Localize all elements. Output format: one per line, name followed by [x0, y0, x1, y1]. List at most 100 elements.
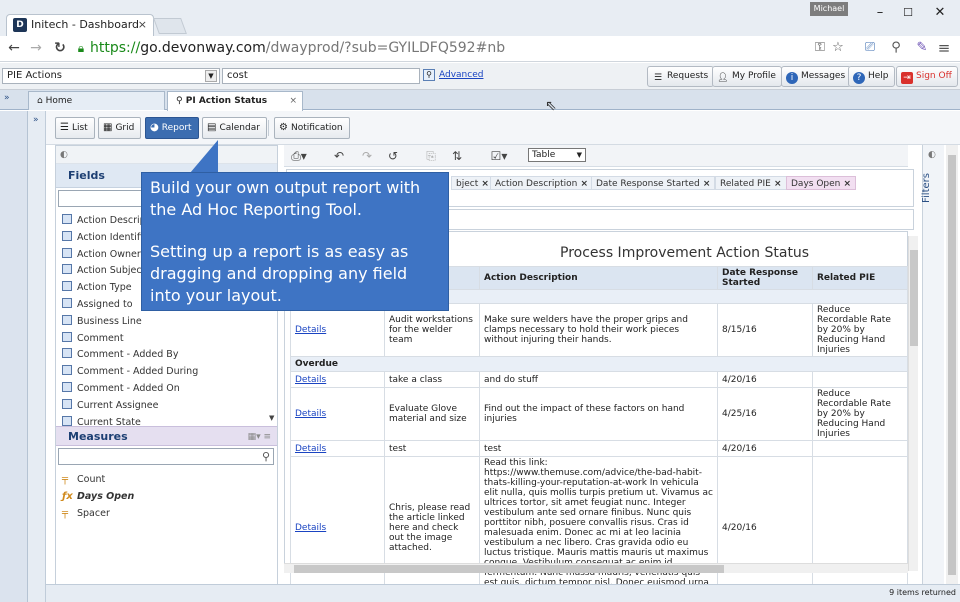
notification-view-button[interactable]: ⚙ Notification — [274, 117, 350, 139]
tab-home[interactable]: ⌂ Home — [28, 91, 165, 110]
table-row: Details Audit workstations for the welder… — [290, 303, 908, 357]
measures-search-input[interactable]: ⚲ — [58, 448, 274, 465]
sign-off-button[interactable]: ⇥ Sign Off — [896, 66, 958, 87]
undo-icon[interactable]: ↶ — [328, 147, 350, 165]
field-icon — [62, 314, 72, 325]
column-header-description[interactable]: Action Description — [479, 266, 718, 290]
column-header-date[interactable]: Date Response Started — [717, 266, 813, 290]
copy-icon[interactable]: ⎘ — [420, 147, 442, 165]
filters-rail[interactable] — [922, 145, 944, 585]
minimize-button[interactable]: – — [868, 4, 892, 22]
close-tab-icon[interactable]: × — [289, 92, 297, 110]
column-chip[interactable]: Related PIE × — [715, 176, 787, 190]
messages-button[interactable]: i Messages — [781, 66, 852, 87]
module-select[interactable]: PIE Actions ▼ — [2, 68, 220, 84]
field-item[interactable]: Business Line — [62, 313, 272, 330]
panel-settings-icon[interactable]: ◐ — [60, 150, 68, 160]
reload-icon[interactable]: ↻ — [52, 40, 68, 56]
maximize-button[interactable]: ☐ — [896, 4, 920, 22]
scrollbar-thumb[interactable] — [948, 155, 956, 575]
list-icon: ☰ — [653, 73, 663, 83]
details-link[interactable]: Details — [295, 325, 326, 335]
report-vertical-scrollbar[interactable] — [908, 236, 918, 571]
site-favicon-icon: D — [13, 18, 27, 32]
remove-chip-icon[interactable]: × — [577, 179, 588, 189]
checklist-icon[interactable]: ☑▾ — [488, 147, 510, 165]
advanced-search-link[interactable]: Advanced — [439, 70, 483, 80]
column-chip[interactable]: Days Open × — [786, 176, 857, 190]
column-chip[interactable]: Action Description × — [490, 176, 593, 190]
search-icon[interactable]: ⚲ — [423, 69, 435, 81]
grid-view-button[interactable]: ▦ Grid — [98, 117, 142, 139]
filters-label[interactable]: Filters — [921, 168, 941, 208]
remove-chip-icon[interactable]: × — [771, 179, 782, 189]
browser-user-badge[interactable]: Michael — [810, 2, 848, 16]
browser-tab[interactable]: D Initech - Dashboard × — [6, 14, 154, 36]
column-header-related-pie[interactable]: Related PIE — [812, 266, 908, 290]
callout-text-1: Build your own output report with the Ad… — [150, 178, 421, 219]
measure-item[interactable]: ╤ Count — [62, 472, 262, 488]
field-item[interactable]: Comment - Added On — [62, 380, 272, 397]
details-link[interactable]: Details — [295, 523, 326, 533]
scroll-down-icon[interactable]: ▼ — [269, 414, 274, 422]
expand-panel-icon[interactable]: » — [33, 115, 39, 125]
remove-chip-icon[interactable]: × — [478, 179, 489, 189]
sort-az-icon[interactable]: ⇅ — [446, 147, 468, 165]
extension-icon[interactable]: ⚲ — [888, 40, 904, 56]
url-field[interactable]: https://go.devonway.com/dwayprod/?sub=GY… — [90, 38, 505, 58]
details-link[interactable]: Details — [295, 409, 326, 419]
cast-icon[interactable]: ⎚ — [862, 40, 878, 56]
menu-icon[interactable]: ≡ — [936, 40, 952, 56]
forward-arrow-icon[interactable]: → — [28, 40, 44, 56]
list-icon: ☰ — [60, 122, 69, 133]
scrollbar-thumb[interactable] — [910, 250, 918, 346]
remove-chip-icon[interactable]: × — [840, 179, 851, 189]
calendar-view-button[interactable]: ▤ Calendar — [202, 117, 267, 139]
column-chip[interactable]: bject × — [451, 176, 494, 190]
requests-button[interactable]: ☰ Requests — [647, 66, 715, 87]
field-item[interactable]: Comment - Added During — [62, 363, 272, 380]
report-view-label: Report — [161, 123, 192, 133]
field-item[interactable]: Current Assignee — [62, 397, 272, 414]
field-item[interactable]: Comment — [62, 330, 272, 347]
help-button[interactable]: ? Help — [848, 66, 895, 87]
report-view-button[interactable]: ◕ Report — [145, 117, 199, 139]
close-window-button[interactable]: ✕ — [928, 4, 952, 22]
export-icon[interactable]: ⎙▾ — [288, 147, 310, 165]
cell-link: Details — [290, 456, 385, 600]
reset-icon[interactable]: ↺ — [382, 147, 404, 165]
tab-pi-action-status[interactable]: ⚲ PI Action Status × — [167, 91, 303, 111]
view-type-select[interactable]: Table ▼ — [528, 148, 586, 162]
field-item[interactable]: Comment - Added By — [62, 346, 272, 363]
new-tab-button[interactable] — [153, 18, 187, 34]
filters-settings-icon[interactable]: ◐ — [928, 150, 936, 160]
callout-text-2: Setting up a report is as easy as draggi… — [150, 242, 409, 305]
table-row: Details take a class and do stuff 4/20/16 — [290, 371, 908, 388]
page-vertical-scrollbar[interactable] — [946, 145, 958, 585]
remove-chip-icon[interactable]: × — [700, 179, 711, 189]
field-item-label: Assigned to — [77, 299, 133, 310]
measures-menu-icon[interactable]: ▦▾ ≡ — [248, 427, 271, 447]
close-tab-icon[interactable]: × — [138, 15, 147, 35]
back-arrow-icon[interactable]: ← — [6, 40, 22, 56]
my-profile-label: My Profile — [732, 71, 776, 81]
measure-item[interactable]: ƒx Days Open — [62, 489, 262, 505]
key-icon[interactable]: ⚿ — [812, 40, 828, 56]
expand-nav-icon[interactable]: » — [4, 93, 10, 103]
bookmark-star-icon[interactable]: ☆ — [830, 40, 846, 56]
details-link[interactable]: Details — [295, 375, 326, 385]
field-item-label: Comment - Added On — [77, 383, 180, 394]
details-link[interactable]: Details — [295, 444, 326, 454]
column-chip[interactable]: Date Response Started × — [591, 176, 716, 190]
report-horizontal-scrollbar[interactable] — [284, 563, 908, 573]
list-view-button[interactable]: ☰ List — [55, 117, 95, 139]
help-icon: ? — [853, 72, 865, 84]
measure-item[interactable]: ╤ Spacer — [62, 506, 262, 522]
table-row: Details test test 4/20/16 — [290, 440, 908, 457]
extension-pen-icon[interactable]: ✎ — [914, 40, 930, 56]
table-row: Details Chris, please read the article li… — [290, 456, 908, 600]
search-input[interactable]: cost — [222, 68, 420, 84]
redo-icon[interactable]: ↷ — [356, 147, 378, 165]
my-profile-button[interactable]: 👤︎ My Profile — [712, 66, 782, 87]
scrollbar-thumb[interactable] — [294, 565, 724, 573]
